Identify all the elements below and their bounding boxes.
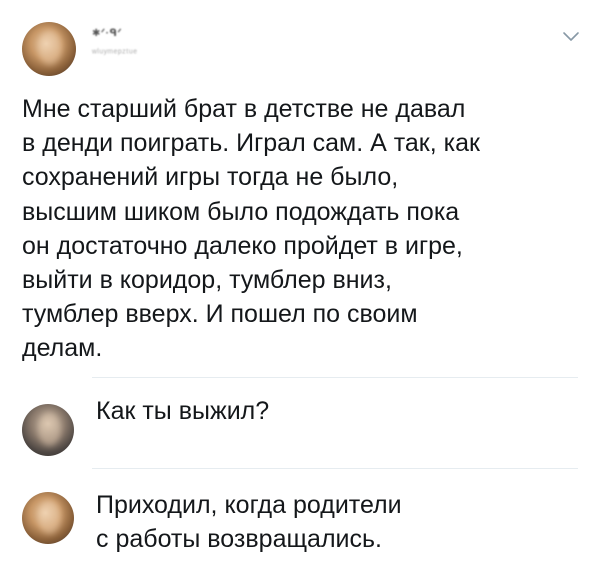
divider xyxy=(92,468,578,469)
divider xyxy=(92,377,578,378)
reply-avatar[interactable] xyxy=(22,492,74,544)
reply-text: Приходил, когда родители с работы возвра… xyxy=(96,491,402,553)
avatar-face xyxy=(37,411,61,446)
tweet: ✱ᐟ·ᑫᐟ ʷˡᵘʸᵐᵉᵖᶻᵗᵘᵉ Мне старший брат в дет… xyxy=(0,0,600,378)
author-name[interactable]: ✱ᐟ·ᑫᐟ xyxy=(92,28,122,39)
reply-text: Как ты выжил? xyxy=(96,397,270,425)
tweet-text: Мне старший брат в детстве не давал в де… xyxy=(22,95,480,363)
author-avatar[interactable] xyxy=(22,22,76,76)
author-handle[interactable]: ʷˡᵘʸᵐᵉᵖᶻᵗᵘᵉ xyxy=(92,48,137,59)
reply-avatar[interactable] xyxy=(22,404,74,456)
avatar-face xyxy=(37,499,61,534)
avatar-face xyxy=(38,30,63,66)
chevron-down-icon[interactable] xyxy=(562,30,580,44)
